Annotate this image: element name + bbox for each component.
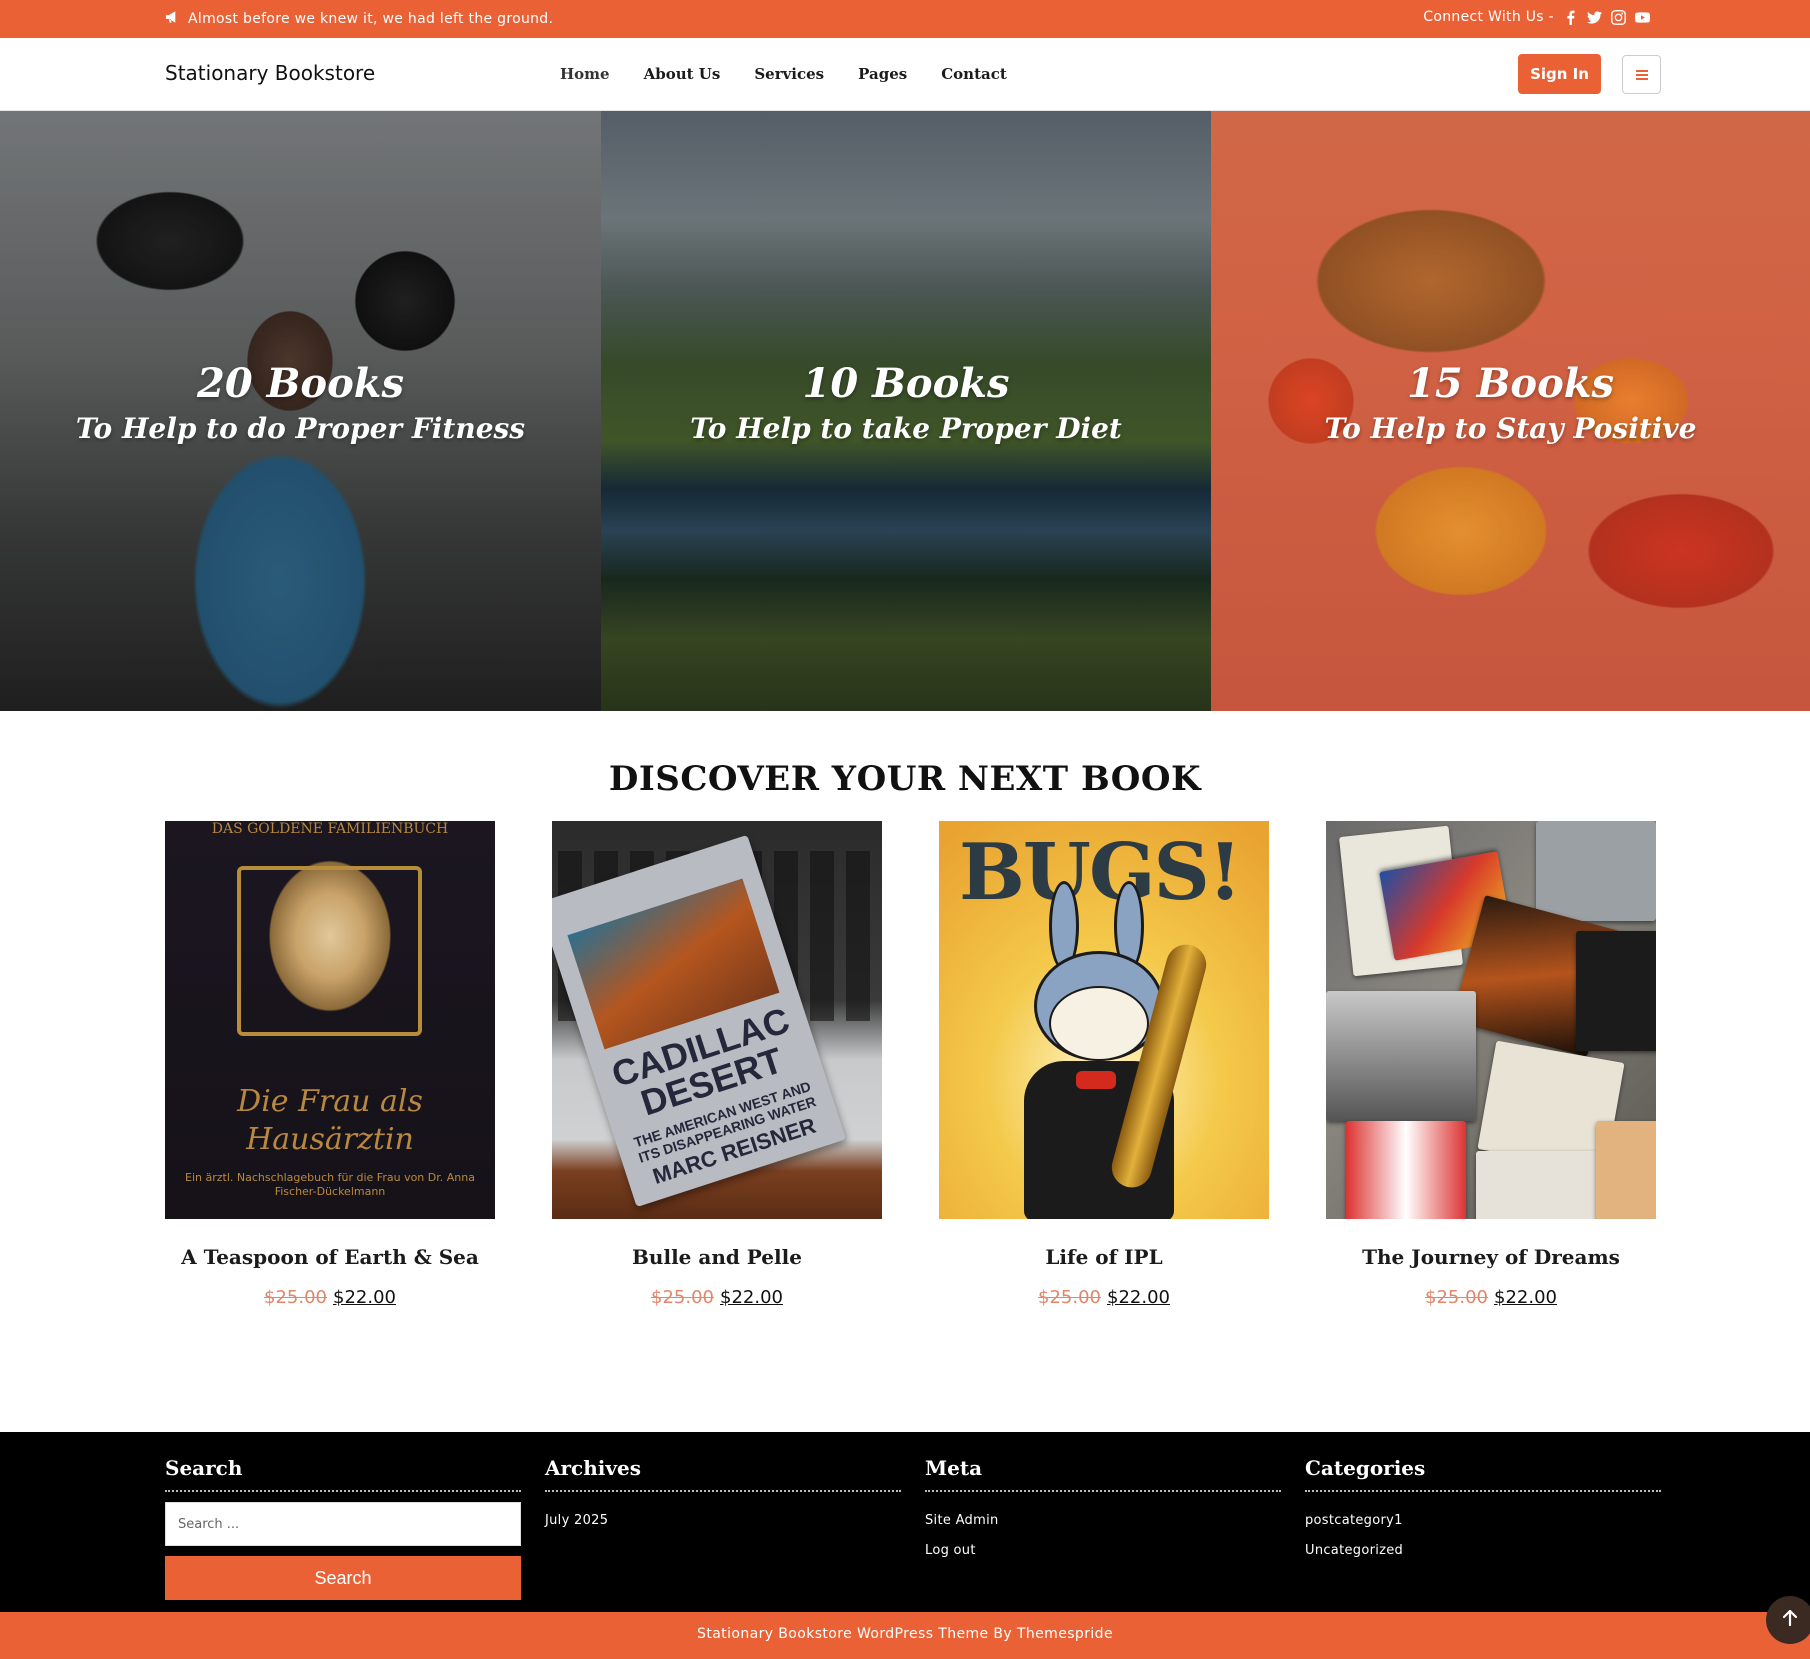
announcement: Almost before we knew it, we had left th… xyxy=(165,10,553,28)
product-price: $25.00 $22.00 xyxy=(1326,1287,1656,1308)
nav-services[interactable]: Services xyxy=(754,65,824,83)
top-bar: Almost before we knew it, we had left th… xyxy=(0,0,1810,38)
product-card[interactable]: CADILLAC DESERT THE AMERICAN WEST AND IT… xyxy=(552,821,882,1308)
hero-panel-positive[interactable]: 15 Books To Help to Stay Positive xyxy=(1211,111,1810,711)
product-image[interactable] xyxy=(1326,821,1656,1219)
product-image[interactable]: DAS GOLDENE FAMILIENBUCH Die Frau als Ha… xyxy=(165,821,495,1219)
product-title[interactable]: Bulle and Pelle xyxy=(552,1245,882,1269)
announcement-text: Almost before we knew it, we had left th… xyxy=(188,11,554,27)
sale-price: $22.00 xyxy=(333,1287,396,1308)
cover-top-text: DAS GOLDENE FAMILIENBUCH xyxy=(211,821,449,837)
hero-caption: 10 Books To Help to take Proper Diet xyxy=(601,359,1211,449)
meta-link-log-out[interactable]: Log out xyxy=(925,1536,1281,1566)
hero-title: 10 Books xyxy=(802,360,1010,407)
category-link[interactable]: postcategory1 xyxy=(1305,1506,1661,1536)
old-price: $25.00 xyxy=(651,1287,714,1308)
widget-title: Meta xyxy=(925,1456,1281,1492)
widget-title: Archives xyxy=(545,1456,901,1492)
copyright-bar: Stationary Bookstore WordPress Theme By … xyxy=(0,1612,1810,1659)
hero-caption: 15 Books To Help to Stay Positive xyxy=(1211,359,1810,449)
main-nav: Home About Us Services Pages Contact xyxy=(560,65,1007,83)
categories-widget: Categories postcategory1 Uncategorized xyxy=(1305,1456,1661,1566)
instagram-icon[interactable] xyxy=(1610,9,1626,25)
sign-in-button[interactable]: Sign In xyxy=(1518,54,1601,94)
product-card[interactable]: BUGS! Life of IPL $25.00 $22.00 xyxy=(939,821,1269,1308)
site-header: Stationary Bookstore Home About Us Servi… xyxy=(0,38,1810,111)
archive-link[interactable]: July 2025 xyxy=(545,1506,901,1536)
old-price: $25.00 xyxy=(1425,1287,1488,1308)
twitter-icon[interactable] xyxy=(1586,9,1602,25)
footer-widgets: Search Search ... Search Archives July 2… xyxy=(0,1432,1810,1612)
scroll-to-top-button[interactable] xyxy=(1766,1596,1810,1644)
connect-label: Connect With Us - xyxy=(1423,9,1554,25)
nav-pages[interactable]: Pages xyxy=(858,65,907,83)
search-button[interactable]: Search xyxy=(165,1556,521,1600)
hero-title: 20 Books xyxy=(197,360,404,407)
youtube-icon[interactable] xyxy=(1634,9,1650,25)
archives-widget: Archives July 2025 xyxy=(545,1456,901,1536)
product-title[interactable]: The Journey of Dreams xyxy=(1326,1245,1656,1269)
facebook-icon[interactable] xyxy=(1562,9,1578,25)
nav-about-us[interactable]: About Us xyxy=(644,65,721,83)
category-link[interactable]: Uncategorized xyxy=(1305,1536,1661,1566)
sale-price: $22.00 xyxy=(1494,1287,1557,1308)
sale-price: $22.00 xyxy=(720,1287,783,1308)
hero-subtitle: To Help to Stay Positive xyxy=(1324,412,1697,445)
nav-contact[interactable]: Contact xyxy=(941,65,1007,83)
hero-subtitle: To Help to do Proper Fitness xyxy=(75,412,526,445)
product-price: $25.00 $22.00 xyxy=(939,1287,1269,1308)
social-links: Connect With Us - xyxy=(1423,9,1650,25)
sale-price: $22.00 xyxy=(1107,1287,1170,1308)
hero-title: 15 Books xyxy=(1407,360,1614,407)
menu-toggle-button[interactable] xyxy=(1622,55,1661,94)
product-image[interactable]: CADILLAC DESERT THE AMERICAN WEST AND IT… xyxy=(552,821,882,1219)
hero-panel-fitness[interactable]: 20 Books To Help to do Proper Fitness xyxy=(0,111,601,711)
cover-foot-text: Ein ärztl. Nachschlagebuch für die Frau … xyxy=(185,1171,475,1198)
old-price: $25.00 xyxy=(264,1287,327,1308)
hero-banner: 20 Books To Help to do Proper Fitness 10… xyxy=(0,111,1810,711)
hamburger-icon xyxy=(1635,69,1648,80)
product-card[interactable]: The Journey of Dreams $25.00 $22.00 xyxy=(1326,821,1656,1308)
widget-title: Categories xyxy=(1305,1456,1661,1492)
product-price: $25.00 $22.00 xyxy=(165,1287,495,1308)
search-placeholder: Search ... xyxy=(178,1516,240,1532)
search-input[interactable]: Search ... xyxy=(165,1502,521,1546)
product-title[interactable]: Life of IPL xyxy=(939,1245,1269,1269)
theme-credit[interactable]: Stationary Bookstore WordPress Theme By … xyxy=(0,1626,1810,1642)
nav-home[interactable]: Home xyxy=(560,65,610,83)
cover-title: BUGS! xyxy=(959,827,1242,918)
product-title[interactable]: A Teaspoon of Earth & Sea xyxy=(165,1245,495,1269)
megaphone-icon xyxy=(165,10,180,28)
hero-panel-diet[interactable]: 10 Books To Help to take Proper Diet xyxy=(601,111,1211,711)
old-price: $25.00 xyxy=(1038,1287,1101,1308)
product-image[interactable]: BUGS! xyxy=(939,821,1269,1219)
arrow-up-icon xyxy=(1781,1609,1799,1631)
hero-caption: 20 Books To Help to do Proper Fitness xyxy=(0,359,601,449)
widget-title: Search xyxy=(165,1456,521,1492)
product-card[interactable]: DAS GOLDENE FAMILIENBUCH Die Frau als Ha… xyxy=(165,821,495,1308)
product-price: $25.00 $22.00 xyxy=(552,1287,882,1308)
section-heading: DISCOVER YOUR NEXT BOOK xyxy=(608,759,1202,799)
site-title[interactable]: Stationary Bookstore xyxy=(165,61,375,85)
product-grid: DAS GOLDENE FAMILIENBUCH Die Frau als Ha… xyxy=(165,821,1656,1321)
meta-widget: Meta Site Admin Log out xyxy=(925,1456,1281,1566)
cover-title: Die Frau als Hausärztin xyxy=(237,1084,423,1157)
meta-link-site-admin[interactable]: Site Admin xyxy=(925,1506,1281,1536)
hero-subtitle: To Help to take Proper Diet xyxy=(690,412,1122,445)
search-widget: Search Search ... Search xyxy=(165,1456,521,1600)
